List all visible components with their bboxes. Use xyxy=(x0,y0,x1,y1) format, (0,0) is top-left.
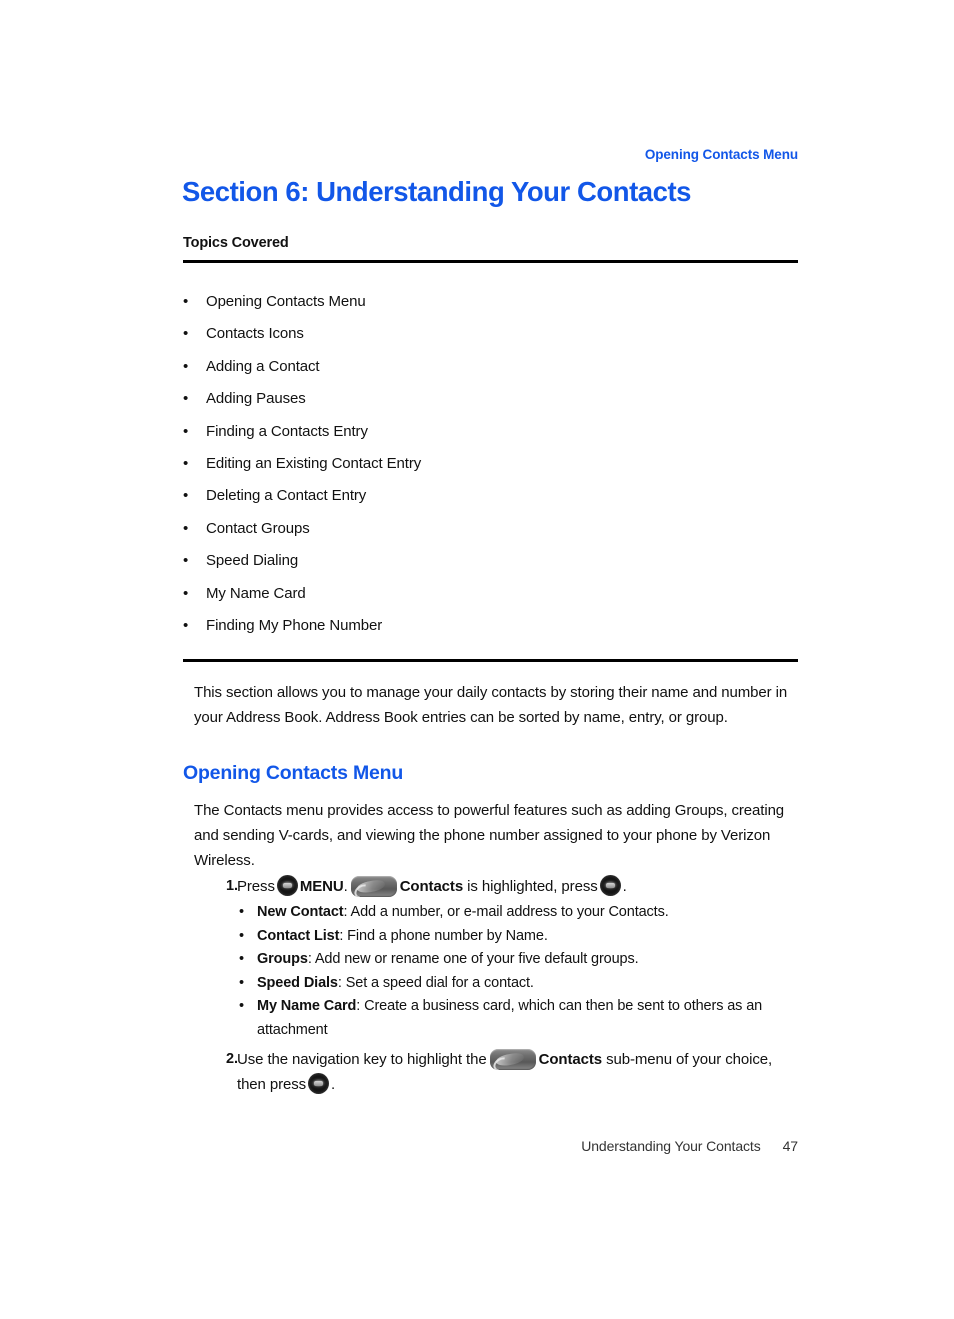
list-item: Contact List: Find a phone number by Nam… xyxy=(237,925,800,949)
ok-key-icon xyxy=(308,1073,330,1094)
list-item: Finding a Contacts Entry xyxy=(183,416,798,449)
manual-page: Opening Contacts Menu Section 6: Underst… xyxy=(0,0,954,1319)
list-item: My Name Card: Create a business card, wh… xyxy=(237,995,800,1042)
running-head: Opening Contacts Menu xyxy=(644,147,798,162)
body-paragraph: The Contacts menu provides access to pow… xyxy=(194,802,785,869)
contacts-label: Contacts xyxy=(538,1051,602,1068)
ok-key-icon xyxy=(599,875,621,896)
list-item: Contact Groups xyxy=(183,513,798,546)
sub-item-desc: : Add a number, or e-mail address to you… xyxy=(343,904,669,920)
divider-bottom xyxy=(183,659,798,662)
list-item: Opening Contacts Menu xyxy=(183,286,798,319)
list-item: Contacts Icons xyxy=(183,318,798,351)
list-item: Adding Pauses xyxy=(183,383,798,416)
list-item: Finding My Phone Number xyxy=(183,610,798,643)
step-2: 2. Use the navigation key to highlight t… xyxy=(194,1047,800,1097)
contacts-label: Contacts xyxy=(399,878,464,895)
sub-item-term: Groups xyxy=(257,951,308,967)
step-1-end: . xyxy=(622,878,627,895)
menu-period: . xyxy=(343,878,348,895)
list-item: New Contact: Add a number, or e-mail add… xyxy=(237,901,800,925)
page-number: 47 xyxy=(782,1138,798,1154)
list-item: Adding a Contact xyxy=(183,351,798,384)
footer-title: Understanding Your Contacts xyxy=(581,1138,761,1154)
divider-top xyxy=(183,260,798,263)
step-2-end: . xyxy=(331,1076,336,1093)
sub-item-term: My Name Card xyxy=(257,998,357,1014)
list-item: My Name Card xyxy=(183,578,798,611)
list-item: Speed Dials: Set a speed dial for a cont… xyxy=(237,972,800,996)
sub-item-desc: : Add new or rename one of your five def… xyxy=(307,951,639,967)
step-2-text: Use the navigation key to highlight the C… xyxy=(237,1047,800,1097)
topics-list: Opening Contacts Menu Contacts Icons Add… xyxy=(183,286,798,643)
step-1-text: Press MENU. Contacts is highlighted, press… xyxy=(237,874,800,899)
list-item: Groups: Add new or rename one of your fi… xyxy=(237,948,800,972)
intro-paragraph: This section allows you to manage your d… xyxy=(194,684,788,726)
sub-item-desc: : Find a phone number by Name. xyxy=(339,927,548,944)
sub-item-term: New Contact xyxy=(257,904,344,920)
step-1: 1. Press MENU. Contacts is highlighted, pr… xyxy=(194,874,800,1042)
sub-item-term: Speed Dials xyxy=(257,974,338,991)
ok-key-icon xyxy=(276,875,298,896)
sub-item-term: Contact List xyxy=(257,927,340,944)
step-1-prefix: Press xyxy=(237,878,275,895)
topics-covered-label: Topics Covered xyxy=(183,235,289,251)
page-footer: Understanding Your Contacts 47 xyxy=(183,1138,798,1154)
section-subheading: Opening Contacts Menu xyxy=(183,762,404,784)
menu-label: MENU xyxy=(299,878,344,895)
step-2-prefix: Use the navigation key to highlight the xyxy=(237,1051,487,1068)
contacts-soft-key-icon xyxy=(350,876,397,897)
list-item: Speed Dialing xyxy=(183,545,798,578)
step-1-suffix: is highlighted, press xyxy=(467,878,598,895)
page-title: Section 6: Understanding Your Contacts xyxy=(182,176,692,207)
list-item: Deleting a Contact Entry xyxy=(183,480,798,513)
list-item: Editing an Existing Contact Entry xyxy=(183,448,798,481)
step-1-sub-list: New Contact: Add a number, or e-mail add… xyxy=(237,901,800,1042)
steps-list: 1. Press MENU. Contacts is highlighted, pr… xyxy=(194,874,800,1097)
sub-item-desc: : Set a speed dial for a contact. xyxy=(337,974,534,991)
contacts-soft-key-icon xyxy=(489,1049,536,1070)
